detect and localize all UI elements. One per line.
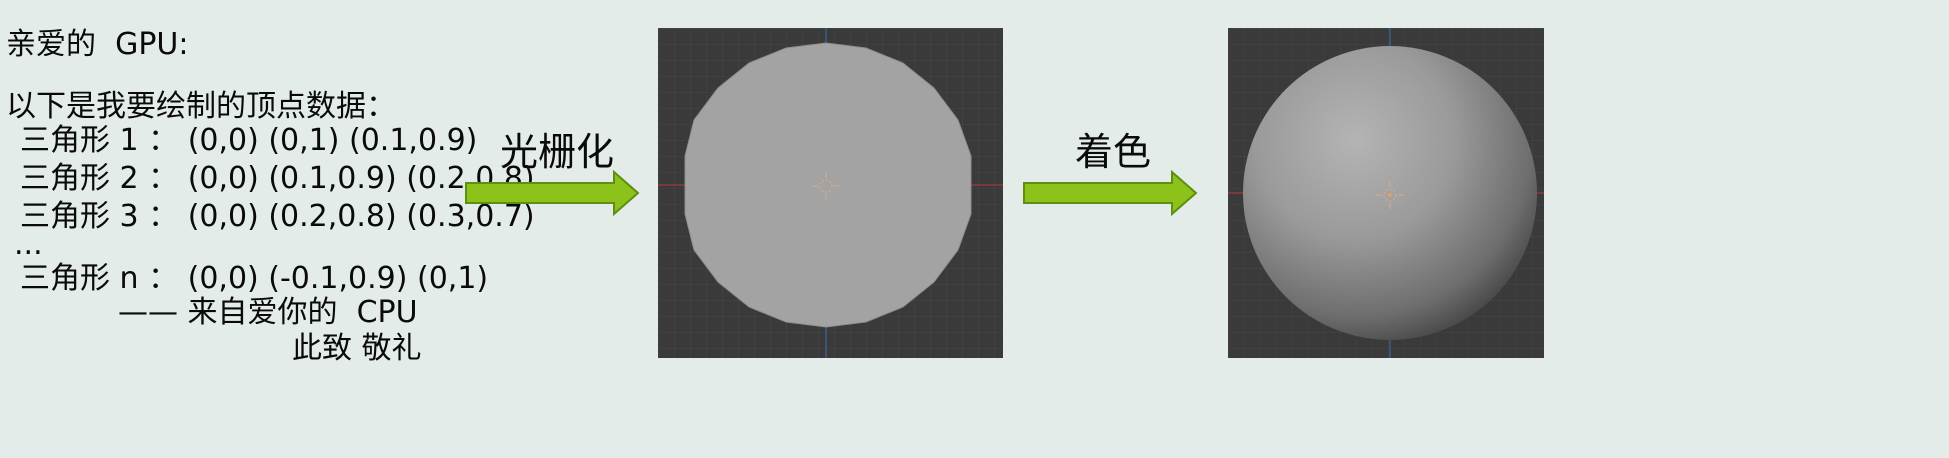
- triangle-1-line: 三角形 1 ： (0,0) (0,1) (0.1,0.9): [20, 123, 478, 158]
- flat-disc: [684, 42, 972, 328]
- letter-intro: 以下是我要绘制的顶点数据：: [6, 89, 396, 124]
- triangle-n-line: 三角形 n ： (0,0) (-0.1,0.9) (0,1): [20, 261, 489, 296]
- flat-disc-render: [658, 28, 1003, 358]
- rasterized-viewport: [658, 28, 1003, 358]
- rasterize-arrow: [465, 170, 640, 216]
- triangle-3-line: 三角形 3 ： (0,0) (0.2,0.8) (0.3,0.7): [20, 199, 535, 234]
- rasterize-label: 光栅化: [500, 130, 615, 174]
- triangle-2-line: 三角形 2 ： (0,0) (0.1,0.9) (0.2,0.8): [20, 161, 535, 196]
- shaded-viewport: [1228, 28, 1544, 358]
- letter-signature: —— 来自爱你的 CPU: [118, 295, 418, 330]
- shading-label: 着色: [1075, 130, 1152, 174]
- letter-closing: 此致 敬礼: [292, 331, 422, 366]
- letter-greeting: 亲爱的 GPU:: [6, 27, 189, 62]
- shading-arrow: [1023, 170, 1198, 216]
- letter-ellipsis: ...: [14, 227, 43, 262]
- shaded-sphere-render: [1228, 28, 1544, 358]
- cpu-letter: 亲爱的 GPU: 以下是我要绘制的顶点数据： 三角形 1 ： (0,0) (0,…: [0, 0, 570, 458]
